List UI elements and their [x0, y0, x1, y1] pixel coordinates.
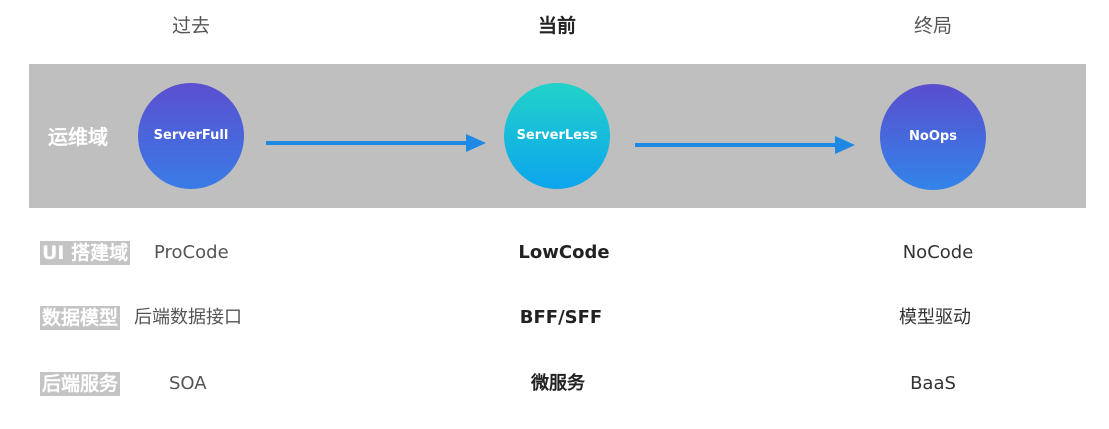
row-ui-past: ProCode	[154, 242, 229, 263]
row-data-end: 模型驱动	[899, 307, 971, 328]
row-data-past: 后端数据接口	[134, 307, 242, 328]
row-backend-past: SOA	[169, 373, 207, 394]
arrows	[266, 134, 855, 154]
node-serverless: ServerLess	[504, 83, 610, 189]
node-serverfull-label: ServerFull	[153, 128, 229, 143]
node-serverless-label: ServerLess	[516, 128, 598, 143]
row-backend-current: 微服务	[531, 373, 585, 394]
evolution-diagram: 过去 当前 终局 运维域 ServerFull ServerLess NoOps…	[0, 0, 1109, 429]
row-label-ui-domain: UI 搭建域	[40, 241, 131, 265]
row-ui-current: LowCode	[518, 242, 610, 263]
row-label-data-model: 数据模型	[40, 306, 121, 330]
node-noops-label: NoOps	[909, 129, 957, 144]
row-ui-end: NoCode	[902, 242, 974, 263]
node-serverfull: ServerFull	[138, 83, 244, 189]
node-noops: NoOps	[880, 84, 986, 190]
row-data-current: BFF/SFF	[519, 307, 603, 328]
row-label-backend-service: 后端服务	[40, 372, 121, 396]
row-backend-end: BaaS	[910, 373, 956, 394]
arrow-past-to-current	[266, 134, 486, 152]
arrow-current-to-end	[635, 136, 855, 154]
